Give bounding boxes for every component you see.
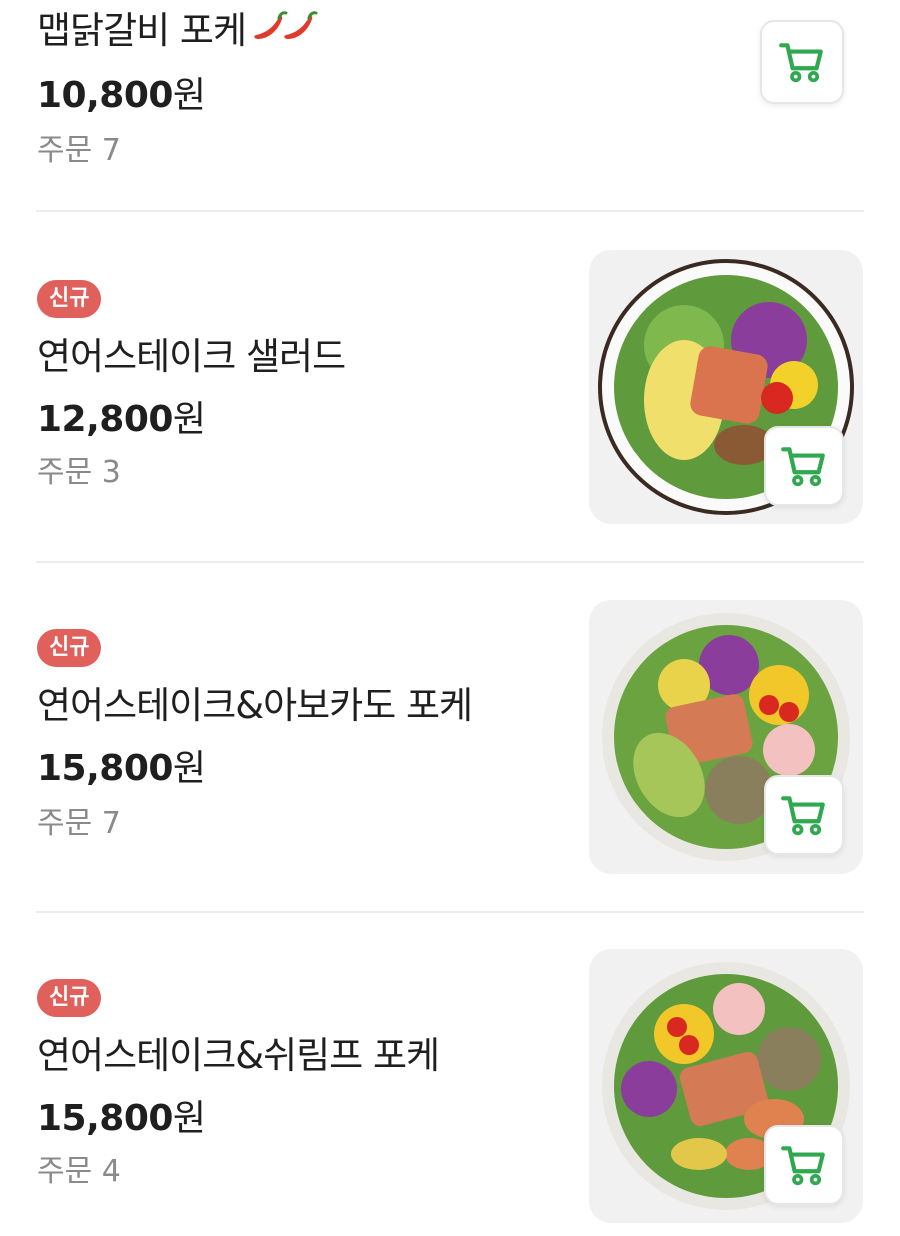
- menu-item-price: 10,800원: [37, 75, 206, 116]
- menu-item-price: 12,800원: [37, 399, 206, 440]
- menu-item-orders: 주문 7: [37, 133, 121, 168]
- add-to-cart-button[interactable]: [760, 20, 844, 104]
- menu-item-name: 연어스테이크&쉬림프 포케: [37, 1034, 440, 1077]
- add-to-cart-button[interactable]: [764, 1125, 844, 1205]
- menu-item-orders: 주문 4: [37, 1154, 121, 1189]
- menu-item[interactable]: 신규 연어스테이크&쉬림프 포케 15,800원 주문 4: [0, 913, 900, 1236]
- cart-icon: [779, 790, 829, 840]
- menu-item-orders: 주문 7: [37, 806, 121, 841]
- menu-item-price: 15,800원: [37, 1098, 206, 1139]
- menu-item[interactable]: 신규 연어스테이크 샐러드 12,800원 주문 3: [0, 212, 900, 562]
- menu-item[interactable]: 맵닭갈비 포케 10,800원 주문 7: [0, 0, 900, 212]
- menu-item[interactable]: 신규 연어스테이크&아보카도 포케 15,800원 주문 7: [0, 563, 900, 911]
- chili-pepper-icon: [252, 9, 320, 56]
- menu-item-orders: 주문 3: [37, 455, 121, 490]
- add-to-cart-button[interactable]: [764, 775, 844, 855]
- menu-item-name: 연어스테이크&아보카도 포케: [37, 684, 473, 727]
- menu-item-name: 연어스테이크 샐러드: [37, 335, 346, 378]
- add-to-cart-button[interactable]: [764, 426, 844, 506]
- menu-item-name: 맵닭갈비 포케: [37, 8, 320, 56]
- new-badge: 신규: [37, 629, 102, 667]
- cart-icon: [779, 441, 829, 491]
- cart-icon: [777, 37, 827, 87]
- cart-icon: [779, 1140, 829, 1190]
- new-badge: 신규: [37, 280, 102, 318]
- menu-item-price: 15,800원: [37, 748, 206, 789]
- new-badge: 신규: [37, 979, 102, 1017]
